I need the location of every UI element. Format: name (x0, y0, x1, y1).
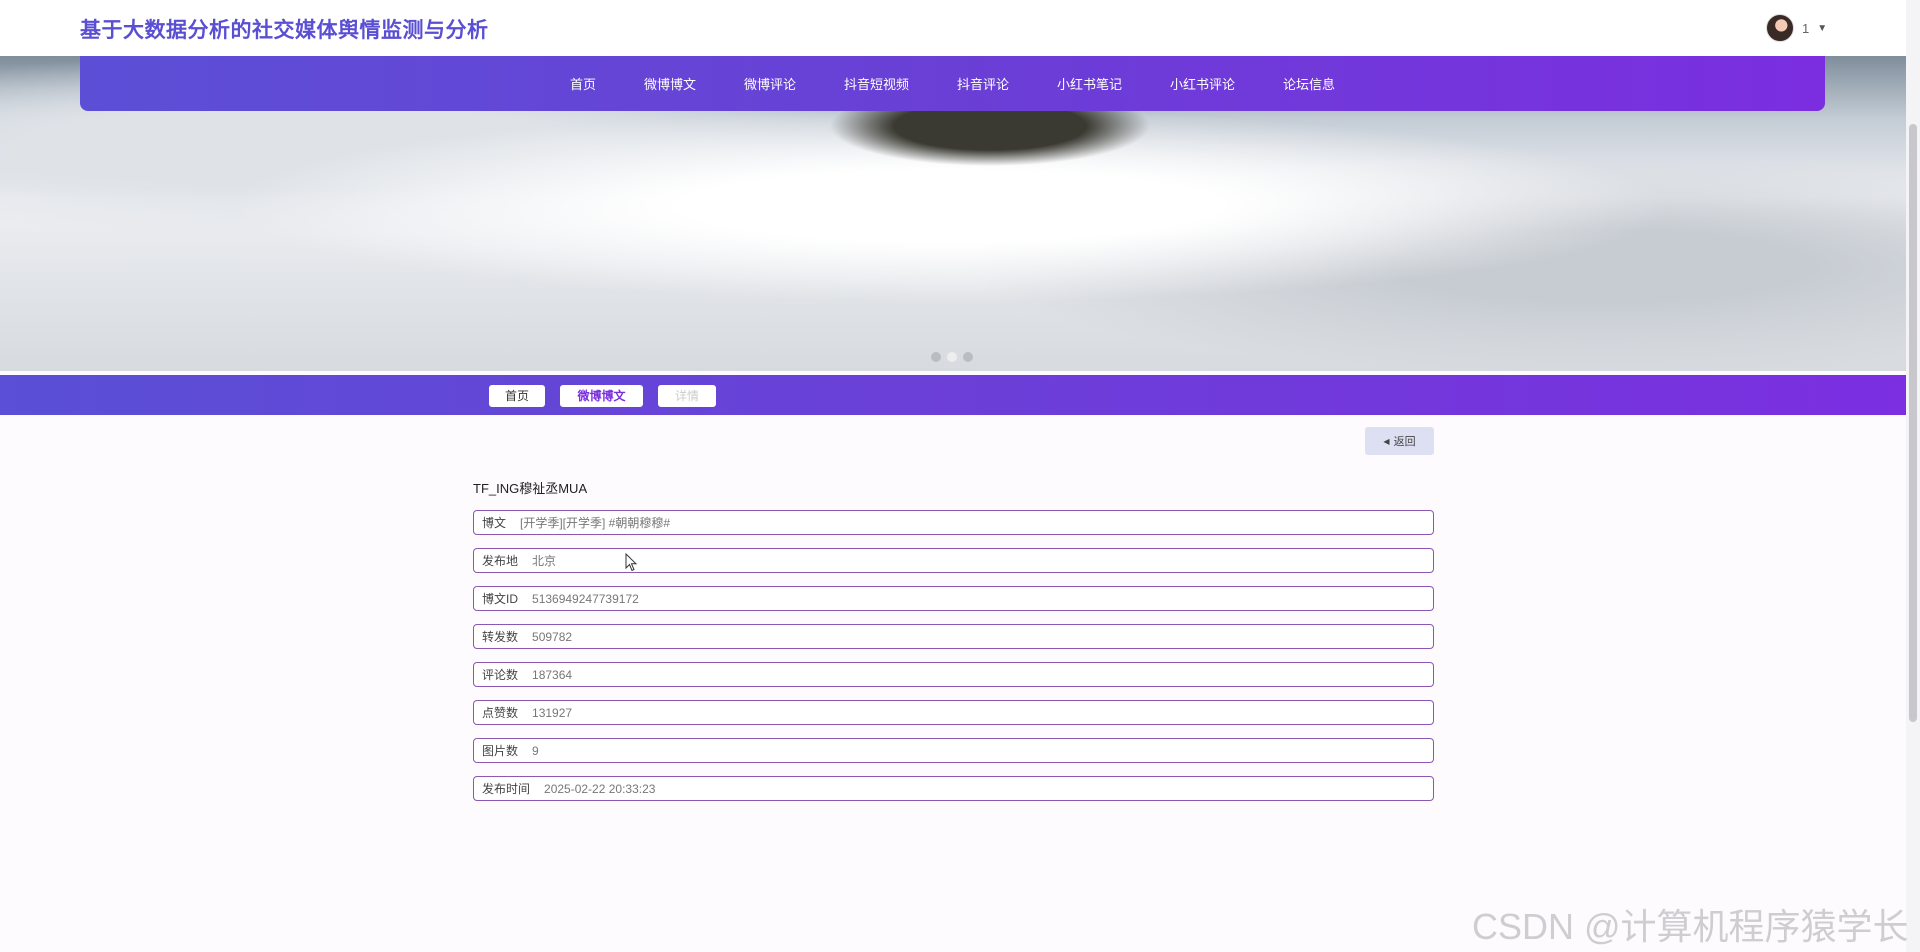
breadcrumb: 首页 微博博文 详情 (0, 375, 1906, 415)
field-value: 5136949247739172 (532, 591, 639, 606)
nav-item-douyin-comments[interactable]: 抖音评论 (933, 74, 1033, 93)
field-post-content: 博文 [开学季][开学季] #朝朝穆穆# (473, 510, 1434, 535)
field-label: 发布时间 (482, 782, 531, 796)
top-header: 基于大数据分析的社交媒体舆情监测与分析 1 ▼ (0, 0, 1906, 56)
nav-item-weibo-posts[interactable]: 微博博文 (620, 74, 720, 93)
nav-item-douyin-videos[interactable]: 抖音短视频 (820, 74, 933, 93)
field-value: 131927 (532, 705, 573, 720)
field-image-count: 图片数 9 (473, 738, 1434, 763)
field-publish-time: 发布时间 2025-02-22 20:33:23 (473, 776, 1434, 801)
field-post-id: 博文ID 5136949247739172 (473, 586, 1434, 611)
site-title: 基于大数据分析的社交媒体舆情监测与分析 (80, 19, 489, 42)
field-comments: 评论数 187364 (473, 662, 1434, 687)
field-value: [开学季][开学季] #朝朝穆穆# (520, 516, 671, 530)
watermark: CSDN @计算机程序猿学长 (1472, 906, 1909, 947)
carousel-indicators (931, 352, 973, 362)
field-label: 博文 (482, 516, 507, 530)
nav-item-xhs-notes[interactable]: 小红书笔记 (1033, 74, 1146, 93)
back-button[interactable]: ◀ 返回 (1365, 427, 1434, 455)
carousel-dot-active[interactable] (947, 352, 957, 362)
caret-down-icon[interactable]: ▼ (1817, 23, 1827, 34)
field-value: 9 (532, 743, 539, 758)
caret-left-icon: ◀ (1383, 436, 1390, 446)
carousel-dot[interactable] (963, 352, 973, 362)
breadcrumb-home[interactable]: 首页 (489, 385, 545, 407)
field-value: 2025-02-22 20:33:23 (544, 781, 656, 796)
breadcrumb-category[interactable]: 微博博文 (560, 385, 643, 407)
field-label: 评论数 (482, 668, 519, 682)
carousel-dot[interactable] (931, 352, 941, 362)
field-reposts: 转发数 509782 (473, 624, 1434, 649)
field-value: 509782 (532, 629, 573, 644)
field-label: 博文ID (482, 592, 519, 606)
nav-item-home[interactable]: 首页 (546, 74, 620, 93)
field-label: 图片数 (482, 744, 519, 758)
nav-item-weibo-comments[interactable]: 微博评论 (720, 74, 820, 93)
nav-item-xhs-comments[interactable]: 小红书评论 (1146, 74, 1259, 93)
user-name[interactable]: 1 (1802, 21, 1809, 36)
detail-title: TF_ING穆祉丞MUA (473, 481, 588, 496)
field-label: 点赞数 (482, 706, 519, 720)
field-label: 转发数 (482, 630, 519, 644)
main-nav: 首页 微博博文 微博评论 抖音短视频 抖音评论 小红书笔记 小红书评论 论坛信息 (80, 56, 1825, 111)
user-menu[interactable]: 1 ▼ (1766, 14, 1827, 42)
field-location: 发布地 北京 (473, 548, 1434, 573)
field-label: 发布地 (482, 554, 519, 568)
avatar[interactable] (1766, 14, 1794, 42)
field-value: 187364 (532, 667, 573, 682)
breadcrumb-current: 详情 (658, 385, 716, 407)
back-button-label: 返回 (1393, 436, 1416, 448)
field-value: 北京 (532, 554, 557, 568)
field-likes: 点赞数 131927 (473, 700, 1434, 725)
scrollbar-thumb[interactable] (1909, 124, 1917, 722)
nav-item-forum[interactable]: 论坛信息 (1259, 74, 1359, 93)
